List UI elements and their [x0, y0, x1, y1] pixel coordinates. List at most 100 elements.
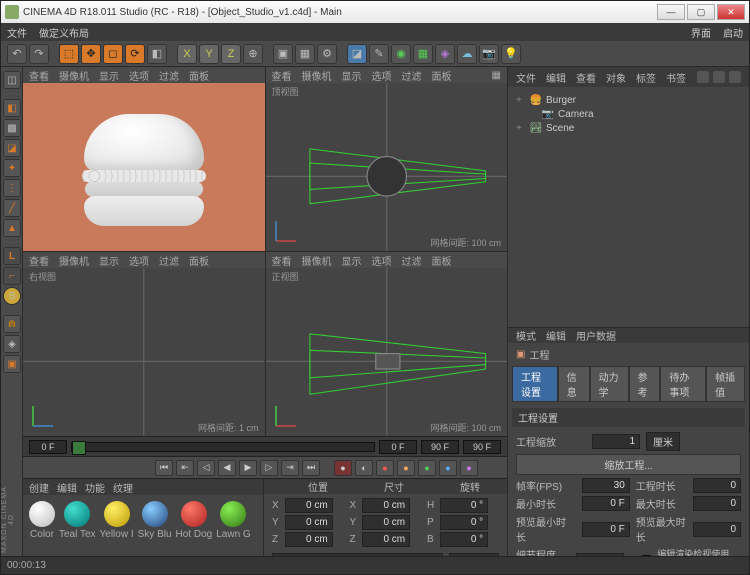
- tab-ref[interactable]: 参考: [629, 366, 661, 402]
- vp-menu[interactable]: 过滤: [402, 253, 422, 268]
- projtime-input[interactable]: [693, 478, 741, 493]
- maximize-button[interactable]: ▢: [687, 4, 715, 20]
- pos-y-input[interactable]: [285, 515, 333, 530]
- timeline-max[interactable]: 90 F: [463, 440, 501, 454]
- edge-mode[interactable]: ╱: [3, 199, 21, 217]
- select-tool[interactable]: ⬚: [59, 44, 79, 64]
- editable-icon[interactable]: ◫: [3, 71, 21, 89]
- key-param-button[interactable]: ●: [439, 460, 457, 476]
- model-mode[interactable]: ◧: [3, 99, 21, 117]
- spline-pen-button[interactable]: ✎: [369, 44, 389, 64]
- vp-menu[interactable]: 显示: [99, 253, 119, 268]
- tree-item[interactable]: 📷Camera: [516, 107, 741, 121]
- size-y-input[interactable]: [362, 515, 410, 530]
- vp-menu[interactable]: 过滤: [159, 253, 179, 268]
- vp-menu[interactable]: 显示: [342, 68, 362, 83]
- rot-b-input[interactable]: [440, 532, 488, 547]
- point-mode[interactable]: ⋮: [3, 179, 21, 197]
- om-menu[interactable]: 查看: [576, 70, 596, 85]
- pos-z-input[interactable]: [285, 532, 333, 547]
- coord-system[interactable]: ⊕: [243, 44, 263, 64]
- axis-snap[interactable]: ⌐: [3, 267, 21, 285]
- array-button[interactable]: ▦: [413, 44, 433, 64]
- om-menu[interactable]: 书签: [666, 70, 686, 85]
- om-menu[interactable]: 文件: [516, 70, 536, 85]
- viewport-perspective[interactable]: 查看 摄像机 显示 选项 过滤 面板: [23, 67, 265, 251]
- deformer-button[interactable]: ◈: [435, 44, 455, 64]
- autokey-button[interactable]: ◐: [355, 460, 373, 476]
- key-pla-button[interactable]: ●: [460, 460, 478, 476]
- texture-mode[interactable]: ▩: [3, 119, 21, 137]
- material-ball[interactable]: Hot Dog: [176, 501, 213, 540]
- material-ball[interactable]: Color: [29, 501, 55, 540]
- attr-menu[interactable]: 用户数据: [576, 328, 616, 343]
- tab-todo[interactable]: 待办事项: [660, 366, 706, 402]
- workplane-icon[interactable]: ◈: [3, 335, 21, 353]
- vp-menu[interactable]: 查看: [272, 68, 292, 83]
- min-input[interactable]: [582, 496, 630, 511]
- timeline[interactable]: 0 F 0 F 90 F 90 F: [23, 436, 507, 456]
- play-back-button[interactable]: ◀: [218, 460, 236, 476]
- vp-menu[interactable]: 选项: [129, 68, 149, 83]
- magnet-icon[interactable]: ⋒: [3, 315, 21, 333]
- environment-button[interactable]: ☁: [457, 44, 477, 64]
- camera-button[interactable]: 📷: [479, 44, 499, 64]
- vp-menu[interactable]: 摄像机: [59, 68, 89, 83]
- filter-icon[interactable]: [713, 71, 725, 83]
- size-z-input[interactable]: [362, 532, 410, 547]
- minimize-button[interactable]: —: [657, 4, 685, 20]
- vp-menu[interactable]: 选项: [372, 68, 392, 83]
- vp-menu[interactable]: 面板: [432, 68, 452, 83]
- vp-menu[interactable]: 查看: [272, 253, 292, 268]
- rot-p-input[interactable]: [440, 515, 488, 530]
- size-x-input[interactable]: [362, 498, 410, 513]
- play-button[interactable]: ▶: [239, 460, 257, 476]
- light-button[interactable]: 💡: [501, 44, 521, 64]
- material-ball[interactable]: Lawn G: [216, 501, 250, 540]
- pmax-input[interactable]: [693, 522, 741, 537]
- snap-button[interactable]: S: [3, 287, 21, 305]
- polygon-mode[interactable]: ▲: [3, 219, 21, 237]
- search-icon[interactable]: [697, 71, 709, 83]
- material-ball[interactable]: Sky Blu: [138, 501, 172, 540]
- next-key-button[interactable]: ⇥: [281, 460, 299, 476]
- timeline-end[interactable]: 90 F: [421, 440, 459, 454]
- vp-menu[interactable]: 查看: [29, 253, 49, 268]
- undo-button[interactable]: ↶: [7, 44, 27, 64]
- menu-item[interactable]: 界面: [691, 25, 711, 40]
- viewport-right[interactable]: 查看 摄像机 显示 选项 过滤 面板 右视图 网格间距: 1 cm: [23, 252, 265, 436]
- scale-project-button[interactable]: 缩放工程...: [516, 454, 741, 475]
- render-view-button[interactable]: ▣: [273, 44, 293, 64]
- object-tree[interactable]: +🍔Burger📷Camera+🏞Scene: [508, 87, 749, 327]
- mat-menu[interactable]: 纹理: [113, 480, 133, 495]
- mat-menu[interactable]: 功能: [85, 480, 105, 495]
- vp-menu[interactable]: 摄像机: [302, 253, 332, 268]
- pos-x-input[interactable]: [285, 498, 333, 513]
- viewport-solo[interactable]: L: [3, 247, 21, 265]
- viewport-top[interactable]: 查看 摄像机 显示 选项 过滤 面板 ▦ 顶视图: [266, 67, 508, 251]
- vp-menu[interactable]: 显示: [342, 253, 362, 268]
- menu-item[interactable]: 文件: [7, 25, 27, 40]
- redo-button[interactable]: ↷: [29, 44, 49, 64]
- material-ball[interactable]: Teal Tex: [59, 501, 96, 540]
- vp-menu[interactable]: 显示: [99, 68, 119, 83]
- vp-menu[interactable]: 摄像机: [302, 68, 332, 83]
- vp-menu[interactable]: 选项: [129, 253, 149, 268]
- tab-project[interactable]: 工程设置: [512, 366, 558, 402]
- unit-select[interactable]: 厘米: [646, 432, 680, 451]
- tree-item[interactable]: +🏞Scene: [516, 121, 741, 135]
- om-menu[interactable]: 编辑: [546, 70, 566, 85]
- vp-menu[interactable]: 面板: [432, 253, 452, 268]
- axis-mode[interactable]: ✦: [3, 159, 21, 177]
- locked-workplane[interactable]: ▣: [3, 355, 21, 373]
- y-axis-lock[interactable]: Y: [199, 44, 219, 64]
- render-settings-button[interactable]: ⚙: [317, 44, 337, 64]
- mat-menu[interactable]: 创建: [29, 480, 49, 495]
- menu-item[interactable]: 启动: [723, 25, 743, 40]
- scale-input[interactable]: [592, 434, 640, 449]
- timeline-start[interactable]: 0 F: [29, 440, 67, 454]
- step-fwd-button[interactable]: ▷: [260, 460, 278, 476]
- x-axis-lock[interactable]: X: [177, 44, 197, 64]
- rotate-tool[interactable]: ⟳: [125, 44, 145, 64]
- goto-start-button[interactable]: ⏮: [155, 460, 173, 476]
